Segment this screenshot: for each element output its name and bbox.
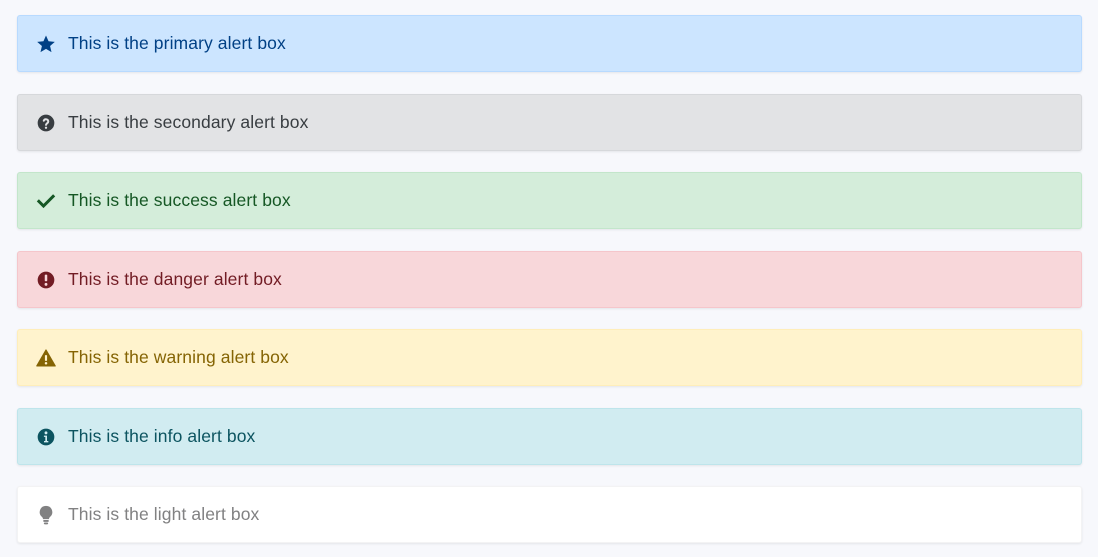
alert-primary: This is the primary alert box (17, 15, 1082, 72)
alert-warning: This is the warning alert box (17, 329, 1082, 386)
check-icon (36, 191, 56, 211)
alert-secondary-text: This is the secondary alert box (68, 112, 309, 132)
alert-info: This is the info alert box (17, 408, 1082, 465)
alert-success: This is the success alert box (17, 172, 1082, 229)
info-circle-icon (36, 427, 56, 447)
alert-light: This is the light alert box (17, 486, 1082, 543)
alert-secondary: This is the secondary alert box (17, 94, 1082, 151)
alert-success-text: This is the success alert box (68, 190, 291, 210)
alert-danger: This is the danger alert box (17, 251, 1082, 308)
question-circle-icon (36, 113, 56, 133)
warning-triangle-icon (36, 348, 56, 368)
alert-list: This is the primary alert box This is th… (0, 0, 1098, 557)
star-icon (36, 34, 56, 54)
alert-info-text: This is the info alert box (68, 426, 256, 446)
alert-danger-text: This is the danger alert box (68, 269, 282, 289)
lightbulb-icon (36, 505, 56, 525)
exclamation-circle-icon (36, 270, 56, 290)
alert-warning-text: This is the warning alert box (68, 347, 289, 367)
alert-primary-text: This is the primary alert box (68, 33, 286, 53)
alert-light-text: This is the light alert box (68, 504, 260, 524)
